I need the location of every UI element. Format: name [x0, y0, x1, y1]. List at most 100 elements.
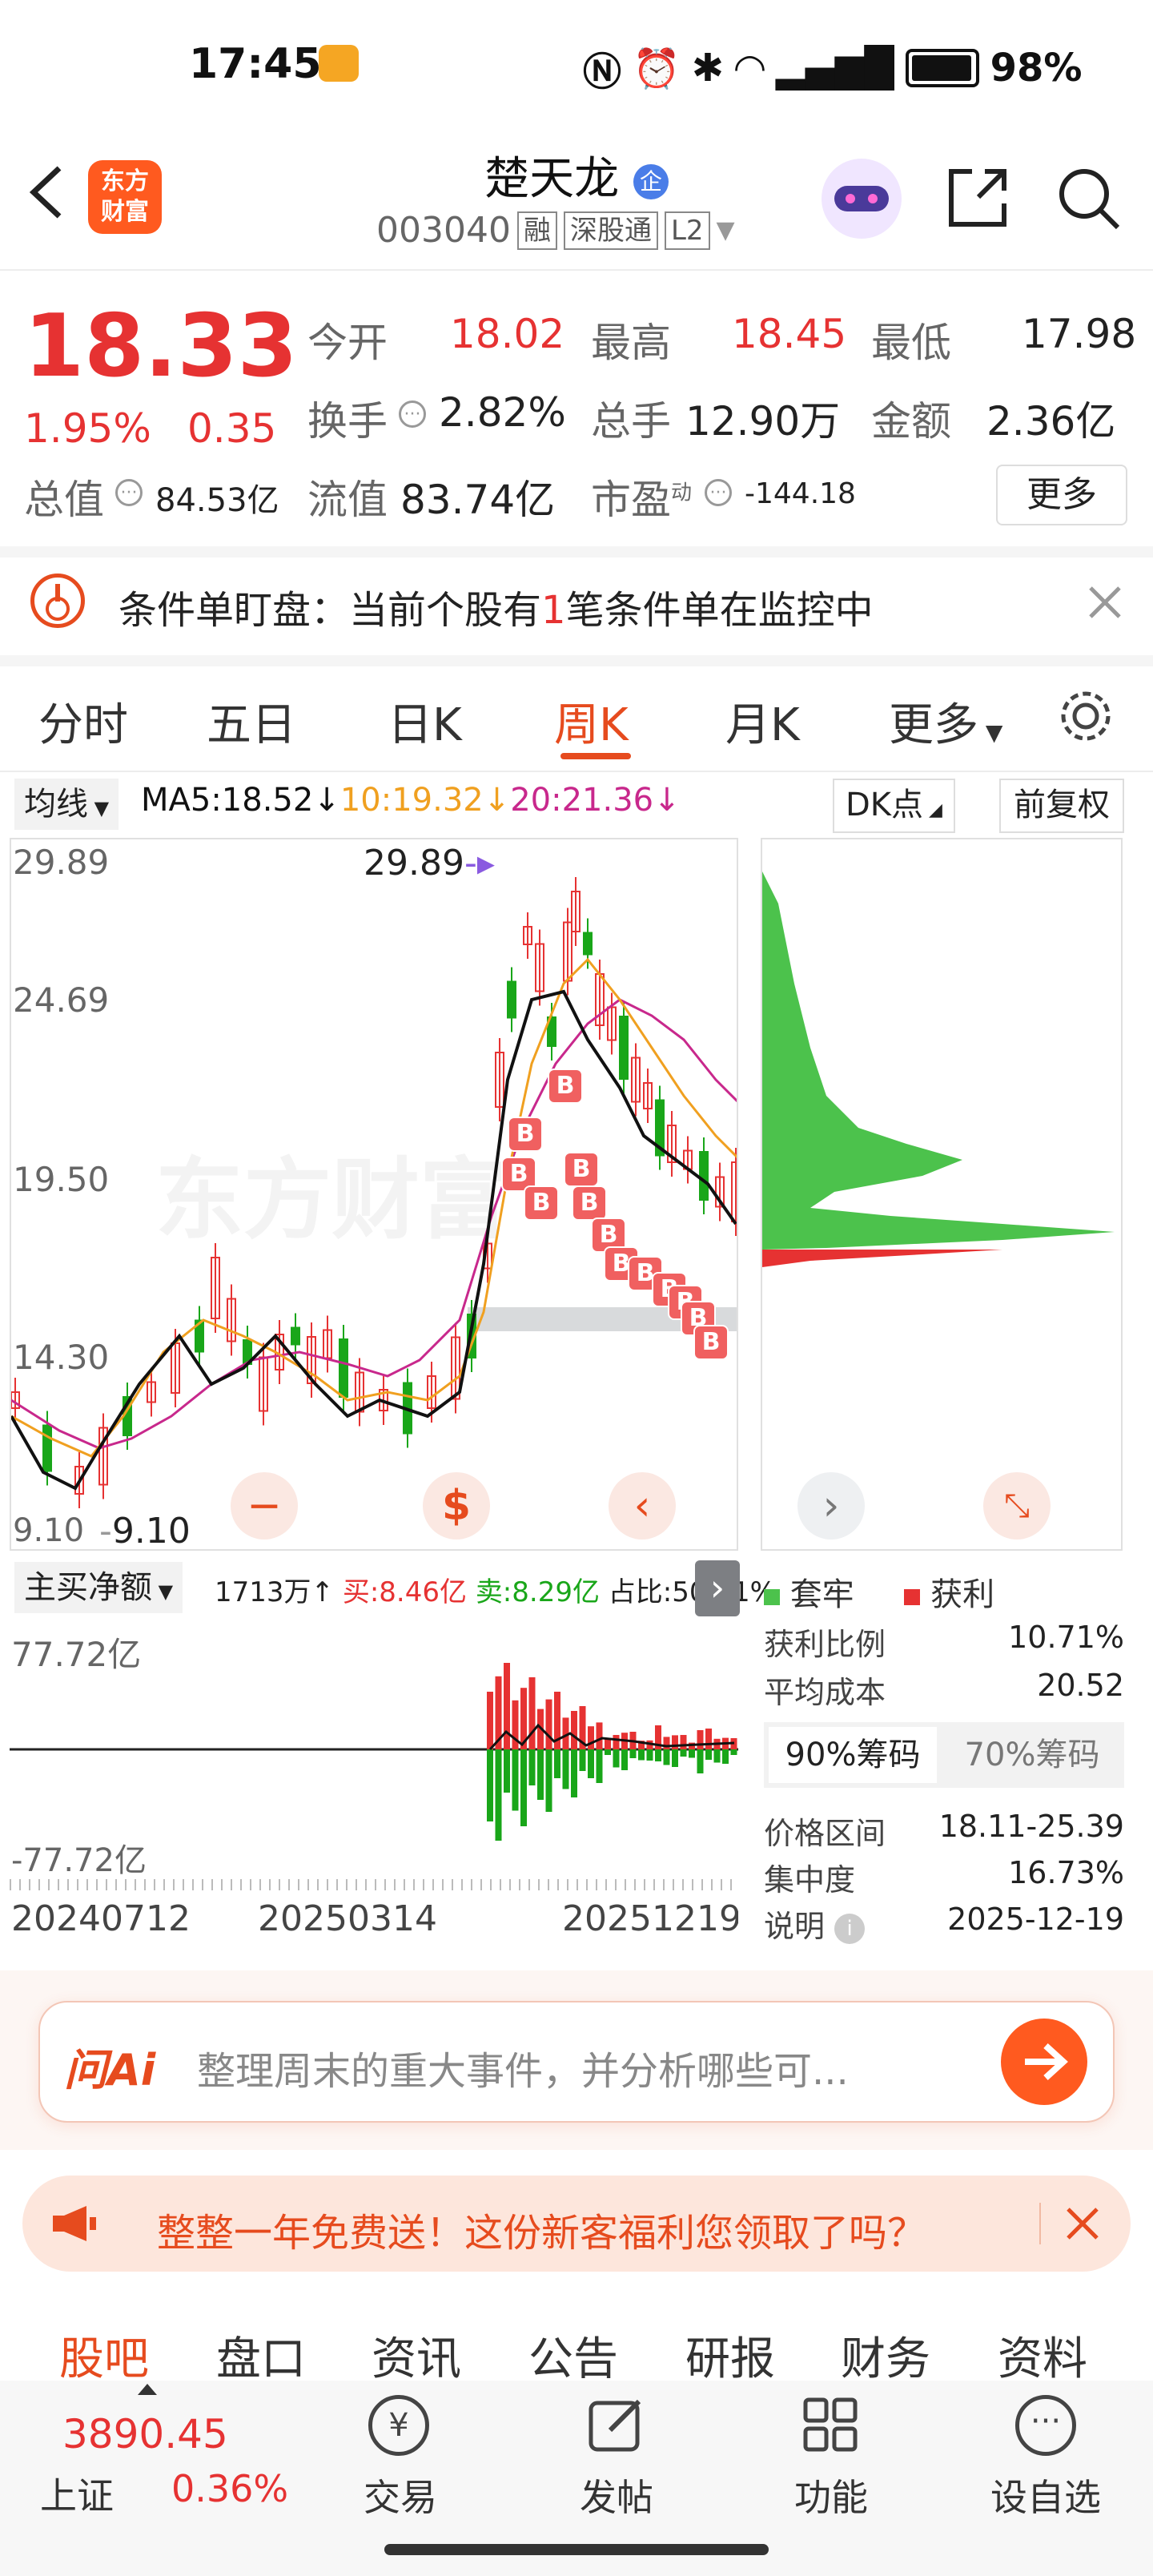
flow-bar-sell	[520, 1749, 527, 1826]
alert-text[interactable]: 条件单盯盘：当前个股有1笔条件单在监控中	[119, 578, 874, 634]
ai-assistant-avatar[interactable]	[822, 159, 902, 239]
flow-bar-sell	[528, 1749, 536, 1785]
flow-axis-ticks	[10, 1879, 738, 1890]
tab-daily-k[interactable]: 日K	[388, 689, 462, 754]
close-icon	[1067, 2208, 1099, 2240]
close-icon	[1089, 586, 1121, 618]
nav-add-watchlist[interactable]: ··· 设自选	[982, 2390, 1110, 2519]
nav-trade[interactable]: ¥ 交易	[336, 2390, 464, 2519]
flow-ratio: 占比:50.51%	[608, 1576, 776, 1608]
tab-profile[interactable]: 资料	[998, 2323, 1087, 2388]
buy-signal-marker: B	[524, 1185, 559, 1221]
flow-bar-sell	[638, 1749, 645, 1761]
zoom-out-button[interactable]: −	[231, 1472, 298, 1540]
tab-more[interactable]: 更多 ▼	[889, 689, 1002, 754]
chip-tab-70[interactable]: 70%筹码	[948, 1727, 1116, 1783]
ma20-line	[11, 998, 737, 1450]
flow-bar-buy	[487, 1692, 493, 1749]
avg-cost-value: 20.52	[1037, 1668, 1124, 1703]
battery-percent: 98%	[990, 46, 1083, 91]
flow-bar-buy	[504, 1663, 510, 1749]
wifi-icon: ◠	[735, 46, 765, 91]
buy-signal-marker: B	[564, 1152, 599, 1187]
flow-selector[interactable]: 主买净额 ▼	[14, 1562, 183, 1613]
mcap-info-icon[interactable]: ···	[115, 479, 143, 506]
tab-finance[interactable]: 财务	[841, 2323, 930, 2388]
tab-research[interactable]: 研报	[685, 2323, 775, 2388]
pe-info-icon[interactable]: ···	[705, 479, 732, 506]
ma5-value: MA5:18.52↓	[141, 782, 340, 819]
flow-bar-sell	[672, 1749, 678, 1767]
chip-fullscreen-button[interactable]: ⤡	[983, 1472, 1051, 1540]
ma-selector[interactable]: 均线 ▼	[14, 779, 119, 830]
flow-bar-sell	[562, 1749, 569, 1789]
buy-signal-marker: B	[548, 1069, 583, 1104]
chip-profit-area	[762, 1250, 1002, 1267]
mcap-value: 84.53亿	[155, 482, 279, 519]
ai-send-button[interactable]	[1001, 2019, 1087, 2105]
more-quote-button[interactable]: 更多	[996, 465, 1127, 525]
pe-dynamic-mark: 动	[671, 481, 693, 505]
signal-icon: ▂▄▆█	[775, 46, 894, 91]
flow-bar-sell	[579, 1749, 586, 1771]
flow-bar-buy	[596, 1722, 603, 1749]
dk-point-button[interactable]: DK点 ◢	[833, 779, 955, 833]
share-button[interactable]	[943, 163, 1012, 232]
flow-expand-button[interactable]: ›	[695, 1560, 740, 1616]
close-alert-button[interactable]	[1086, 583, 1124, 622]
tab-five-day[interactable]: 五日	[207, 689, 296, 754]
adjust-mode-button[interactable]: 前复权	[999, 779, 1124, 833]
note-label[interactable]: 说明 i	[764, 1902, 866, 1946]
tab-weekly-k[interactable]: 周K	[554, 689, 629, 754]
chip-expand-right-button[interactable]: ›	[797, 1472, 865, 1540]
legend-profit: 获利	[930, 1576, 995, 1613]
nav-function[interactable]: 功能	[767, 2390, 895, 2519]
tag-connect: 深股通	[563, 211, 658, 250]
flow-bar-sell	[545, 1749, 552, 1812]
tab-monthly-k[interactable]: 月K	[725, 689, 800, 754]
flow-bar-sell	[537, 1749, 544, 1800]
header-divider	[0, 269, 1153, 271]
chip-tab-90[interactable]: 90%筹码	[769, 1727, 937, 1783]
chart-settings-button[interactable]	[1055, 686, 1116, 747]
flow-chart[interactable]: 77.72亿 -77.72亿 20240712 20250314 2025121…	[10, 1621, 738, 1966]
flow-bar-sell	[596, 1749, 603, 1783]
search-button[interactable]	[1054, 163, 1123, 232]
ma10-value: 10:19.32↓	[339, 782, 511, 819]
turnover-info-icon[interactable]: ···	[399, 400, 426, 428]
flow-net: 1713万↑	[215, 1576, 335, 1608]
turnover-label: 换手	[307, 398, 388, 445]
chip-distribution-chart[interactable]: › ⤡	[761, 838, 1123, 1551]
post-icon	[586, 2395, 645, 2454]
stock-code-row[interactable]: 003040 融 深股通 L2 ▼	[376, 210, 735, 251]
dropdown-icon: ▼	[978, 719, 1003, 746]
y-tick-3: 19.50	[13, 1160, 110, 1199]
tab-news[interactable]: 资讯	[372, 2323, 461, 2388]
share-icon	[949, 169, 1006, 227]
close-promo-button[interactable]	[1062, 2203, 1103, 2244]
tab-pankou[interactable]: 盘口	[216, 2323, 306, 2388]
gear-icon	[1061, 691, 1111, 741]
x-label-1: 20240712	[11, 1898, 191, 1939]
nav-post[interactable]: 发帖	[552, 2390, 681, 2519]
flow-y-bottom: -77.72亿	[11, 1842, 147, 1879]
pe-value: -144.18	[745, 477, 856, 510]
status-time: 17:45	[189, 40, 322, 88]
indicator-s-button[interactable]: $	[423, 1472, 490, 1540]
dropdown-icon: ▼	[716, 216, 735, 244]
x-label-3: 20251219	[562, 1898, 738, 1939]
flow-bar-sell	[730, 1749, 737, 1755]
function-icon	[801, 2395, 860, 2454]
index-value[interactable]: 3890.45	[62, 2411, 228, 2457]
tab-intraday[interactable]: 分时	[38, 689, 128, 754]
tab-announcement[interactable]: 公告	[528, 2323, 618, 2388]
promo-banner[interactable]: 整整一年免费送！这份新客福利您领取了吗？	[22, 2176, 1131, 2272]
scroll-left-button[interactable]: ‹	[609, 1472, 676, 1540]
flow-y-top: 77.72亿	[11, 1635, 142, 1674]
ai-input-bar[interactable]: 问Ai 整理周末的重大事件，并分析哪些可...	[38, 2001, 1115, 2123]
index-name: 上证	[40, 2474, 114, 2518]
tab-guba[interactable]: 股吧	[59, 2323, 149, 2388]
flow-bar-buy	[613, 1735, 620, 1749]
kline-chart[interactable]: 东方财富 29.89 24.69 19.50 14.30 9.10 29.89-…	[10, 838, 738, 1551]
index-change: 0.36%	[171, 2467, 289, 2510]
